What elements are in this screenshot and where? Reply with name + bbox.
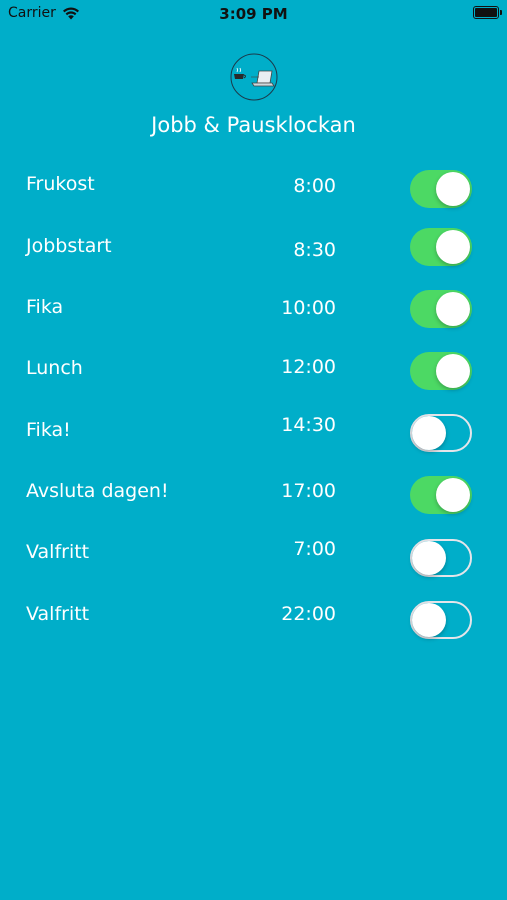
alarm-time[interactable]: 12:00 <box>281 356 336 378</box>
alarm-time[interactable]: 22:00 <box>281 603 336 625</box>
alarm-label: Valfritt <box>26 541 90 563</box>
alarm-time[interactable]: 7:00 <box>293 538 336 560</box>
toggle-knob <box>412 603 446 637</box>
alarm-label: Jobbstart <box>26 235 112 257</box>
status-bar: Carrier 3:09 PM <box>0 0 507 28</box>
alarm-toggle[interactable] <box>410 414 472 452</box>
alarm-label: Frukost <box>26 173 95 195</box>
alarm-time[interactable]: 8:00 <box>293 175 336 197</box>
alarm-label: Fika <box>26 296 64 318</box>
alarm-time[interactable]: 8:30 <box>293 239 336 261</box>
alarm-toggle[interactable] <box>410 601 472 639</box>
alarm-label: Fika! <box>26 419 71 441</box>
status-time: 3:09 PM <box>219 5 288 23</box>
toggle-knob <box>436 478 470 512</box>
toggle-knob <box>412 541 446 575</box>
alarm-toggle[interactable] <box>410 290 472 328</box>
alarm-toggle[interactable] <box>410 352 472 390</box>
toggle-knob <box>412 416 446 450</box>
alarm-toggle[interactable] <box>410 539 472 577</box>
alarm-time[interactable]: 14:30 <box>281 414 336 436</box>
alarm-label: Lunch <box>26 357 83 379</box>
alarm-label: Avsluta dagen! <box>26 480 169 502</box>
toggle-knob <box>436 172 470 206</box>
alarm-label: Valfritt <box>26 603 90 625</box>
app-title: Jobb & Pausklockan <box>151 113 356 137</box>
alarm-time[interactable]: 10:00 <box>281 297 336 319</box>
alarm-toggle[interactable] <box>410 476 472 514</box>
toggle-knob <box>436 292 470 326</box>
alarm-toggle[interactable] <box>410 228 472 266</box>
battery-icon <box>473 6 502 19</box>
toggle-knob <box>436 230 470 264</box>
alarm-time[interactable]: 17:00 <box>281 480 336 502</box>
toggle-knob <box>436 354 470 388</box>
coffee-laptop-icon <box>230 53 278 101</box>
alarm-toggle[interactable] <box>410 170 472 208</box>
